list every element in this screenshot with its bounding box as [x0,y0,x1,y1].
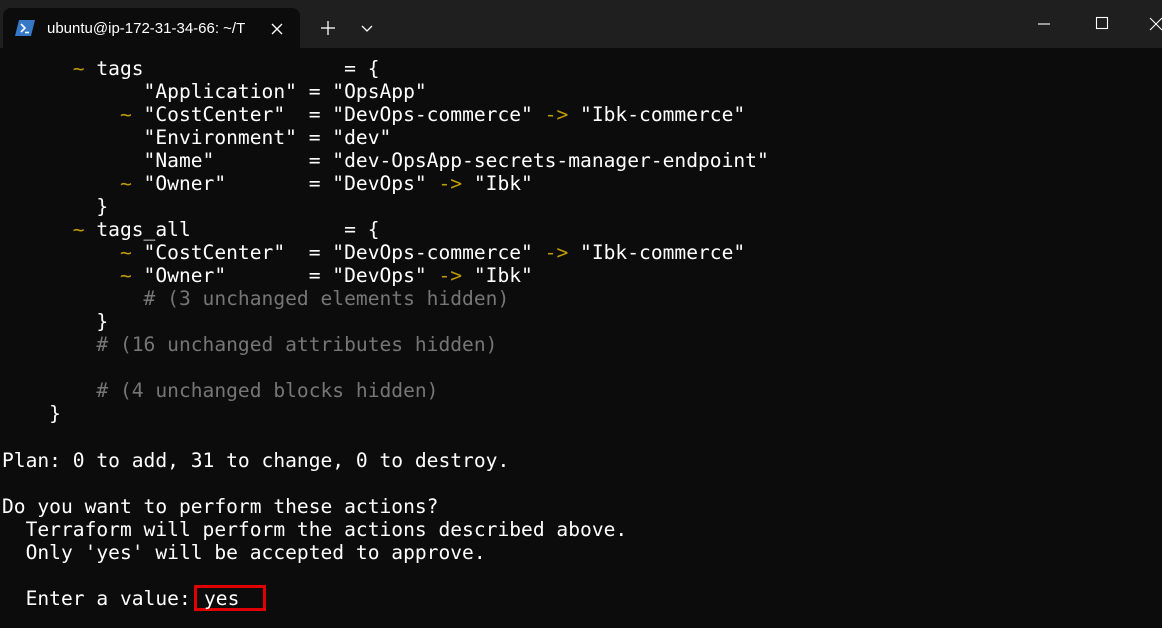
terminal-line: ~ "CostCenter" = "DevOps-commerce" -> "I… [2,241,746,264]
info-line: Only 'yes' will be accepted to approve. [2,541,486,564]
new-tab-icon[interactable] [316,16,340,40]
terminal-output[interactable]: ~ tags = { "Application" = "OpsApp" ~ "C… [0,48,1162,628]
title-bar: ubuntu@ip-172-31-34-66: ~/T [0,0,1162,48]
terminal-comment: # (3 unchanged elements hidden) [2,287,510,310]
terminal-line: ~ tags = { [2,57,380,80]
terminal-line: "Environment" = "dev" [2,126,392,149]
input-value[interactable]: yes [204,587,239,611]
terminal-line: } [2,402,61,425]
info-line: Terraform will perform the actions descr… [2,518,628,541]
terminal-line: ~ tags_all = { [2,218,380,241]
terminal-line: } [2,195,109,218]
chevron-down-icon[interactable] [355,16,379,40]
input-prompt: Enter a value: [2,587,191,610]
close-tab-icon[interactable] [266,18,288,40]
terminal-line: ~ "Owner" = "DevOps" -> "Ibk" [2,264,533,287]
minimize-icon[interactable] [1032,12,1056,36]
tab-title: ubuntu@ip-172-31-34-66: ~/T [47,20,246,37]
close-icon[interactable] [1146,12,1162,36]
terminal-line: "Application" = "OpsApp" [2,80,427,103]
terminal-line: } [2,310,109,333]
terminal-line: ~ "Owner" = "DevOps" -> "Ibk" [2,172,533,195]
terminal-line: "Name" = "dev-OpsApp-secrets-manager-end… [2,149,769,172]
plan-summary: Plan: 0 to add, 31 to change, 0 to destr… [2,449,510,472]
terminal-comment: # (16 unchanged attributes hidden) [2,333,498,356]
terminal-line: ~ "CostCenter" = "DevOps-commerce" -> "I… [2,103,746,126]
maximize-icon[interactable] [1090,11,1114,35]
terminal-tab[interactable]: ubuntu@ip-172-31-34-66: ~/T [3,8,300,48]
powershell-icon [15,20,35,36]
terminal-comment: # (4 unchanged blocks hidden) [2,379,439,402]
confirm-question: Do you want to perform these actions? [2,495,439,518]
